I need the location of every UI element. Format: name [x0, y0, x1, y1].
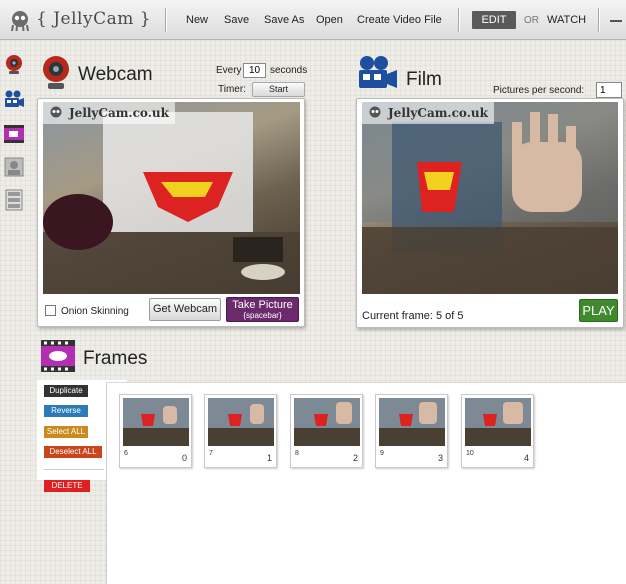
mode-or-label: OR: [524, 15, 539, 26]
select-all-button[interactable]: Select ALL: [44, 426, 88, 438]
frame-thumbnail-image: [465, 398, 531, 446]
frames-title: Frames: [83, 348, 148, 369]
toolbar-divider: [598, 8, 599, 32]
film-title: Film: [406, 69, 442, 90]
jellycam-logo-icon: [11, 11, 29, 32]
timer-start-button[interactable]: Start: [252, 82, 305, 97]
webcam-watermark-text: JellyCam.co.uk: [69, 106, 169, 120]
film-camera-icon: [359, 56, 397, 88]
jellycam-watermark-icon: [50, 106, 62, 118]
frame-thumbnail[interactable]: 10 4: [461, 394, 534, 468]
webcam-preview: JellyCam.co.uk: [43, 102, 300, 294]
frame-index: 1: [266, 453, 272, 463]
onion-skinning-checkbox[interactable]: [45, 305, 56, 316]
get-webcam-button[interactable]: Get Webcam: [149, 298, 221, 321]
pictures-per-second-label: Pictures per second:: [493, 85, 585, 96]
toolbar-divider: [165, 8, 166, 32]
new-button[interactable]: New: [186, 14, 208, 26]
film-preview: JellyCam.co.uk: [362, 102, 618, 294]
frame-id: 9: [380, 450, 384, 457]
seconds-label: seconds: [270, 65, 308, 76]
frame-thumbnail[interactable]: 8 2: [290, 394, 363, 468]
edit-mode-button[interactable]: EDIT: [472, 11, 516, 29]
save-as-button[interactable]: Save As: [264, 14, 304, 26]
deselect-all-button[interactable]: Deselect ALL: [44, 446, 102, 458]
actions-divider: [44, 469, 104, 470]
frame-id: 8: [295, 450, 299, 457]
photo-icon[interactable]: [3, 156, 25, 178]
frames-icon: [41, 340, 75, 372]
webcam-icon: [43, 56, 69, 89]
frame-thumbnail-image: [208, 398, 274, 446]
onion-skinning-label: Onion Skinning: [61, 306, 129, 317]
frame-id: 6: [124, 450, 128, 457]
play-button[interactable]: PLAY: [579, 299, 618, 322]
frame-id: 7: [209, 450, 213, 457]
take-picture-button[interactable]: Take Picture {spacebar}: [226, 297, 299, 322]
toolbar-divider: [458, 8, 459, 32]
frame-thumbnail-image: [294, 398, 360, 446]
every-label: Every: [216, 65, 242, 76]
app-logo-text: { JellyCam }: [36, 9, 152, 29]
create-video-button[interactable]: Create Video File: [357, 14, 442, 26]
webcam-scene-image: [43, 112, 300, 294]
save-button[interactable]: Save: [224, 14, 249, 26]
webcam-icon[interactable]: [3, 54, 25, 76]
minimize-icon[interactable]: [610, 20, 622, 22]
frame-thumbnail[interactable]: 9 3: [375, 394, 448, 468]
take-picture-hint: {spacebar}: [243, 311, 282, 320]
film-camera-icon[interactable]: [3, 89, 25, 111]
take-picture-label: Take Picture: [232, 299, 293, 311]
pictures-per-second-input[interactable]: [596, 82, 622, 98]
frame-thumbnail-image: [379, 398, 445, 446]
delete-button[interactable]: DELETE: [44, 480, 90, 492]
interval-input[interactable]: [243, 63, 266, 78]
frame-thumbnail[interactable]: 6 0: [119, 394, 192, 468]
toolbar: { JellyCam } New Save Save As Open Creat…: [0, 0, 626, 40]
frame-thumbnail[interactable]: 7 1: [204, 394, 277, 468]
frame-index: 0: [181, 453, 187, 463]
reverse-button[interactable]: Reverse: [44, 405, 88, 417]
jellycam-watermark-icon: [369, 106, 381, 118]
frame-index: 3: [437, 453, 443, 463]
duplicate-button[interactable]: Duplicate: [44, 385, 88, 397]
watch-mode-button[interactable]: WATCH: [547, 14, 586, 26]
current-frame-label: Current frame: 5 of 5: [362, 310, 464, 322]
frame-index: 4: [523, 453, 529, 463]
frame-thumbnail-image: [123, 398, 189, 446]
frames-icon[interactable]: [3, 123, 25, 145]
film-watermark: JellyCam.co.uk: [362, 102, 494, 124]
frame-id: 10: [466, 450, 474, 457]
timer-label: Timer:: [218, 84, 246, 95]
webcam-watermark: JellyCam.co.uk: [43, 102, 175, 124]
filmstrip-icon[interactable]: [3, 189, 25, 211]
frame-index: 2: [352, 453, 358, 463]
open-button[interactable]: Open: [316, 14, 343, 26]
film-scene-image: [362, 102, 618, 294]
webcam-title: Webcam: [78, 64, 153, 85]
film-watermark-text: JellyCam.co.uk: [388, 106, 488, 120]
